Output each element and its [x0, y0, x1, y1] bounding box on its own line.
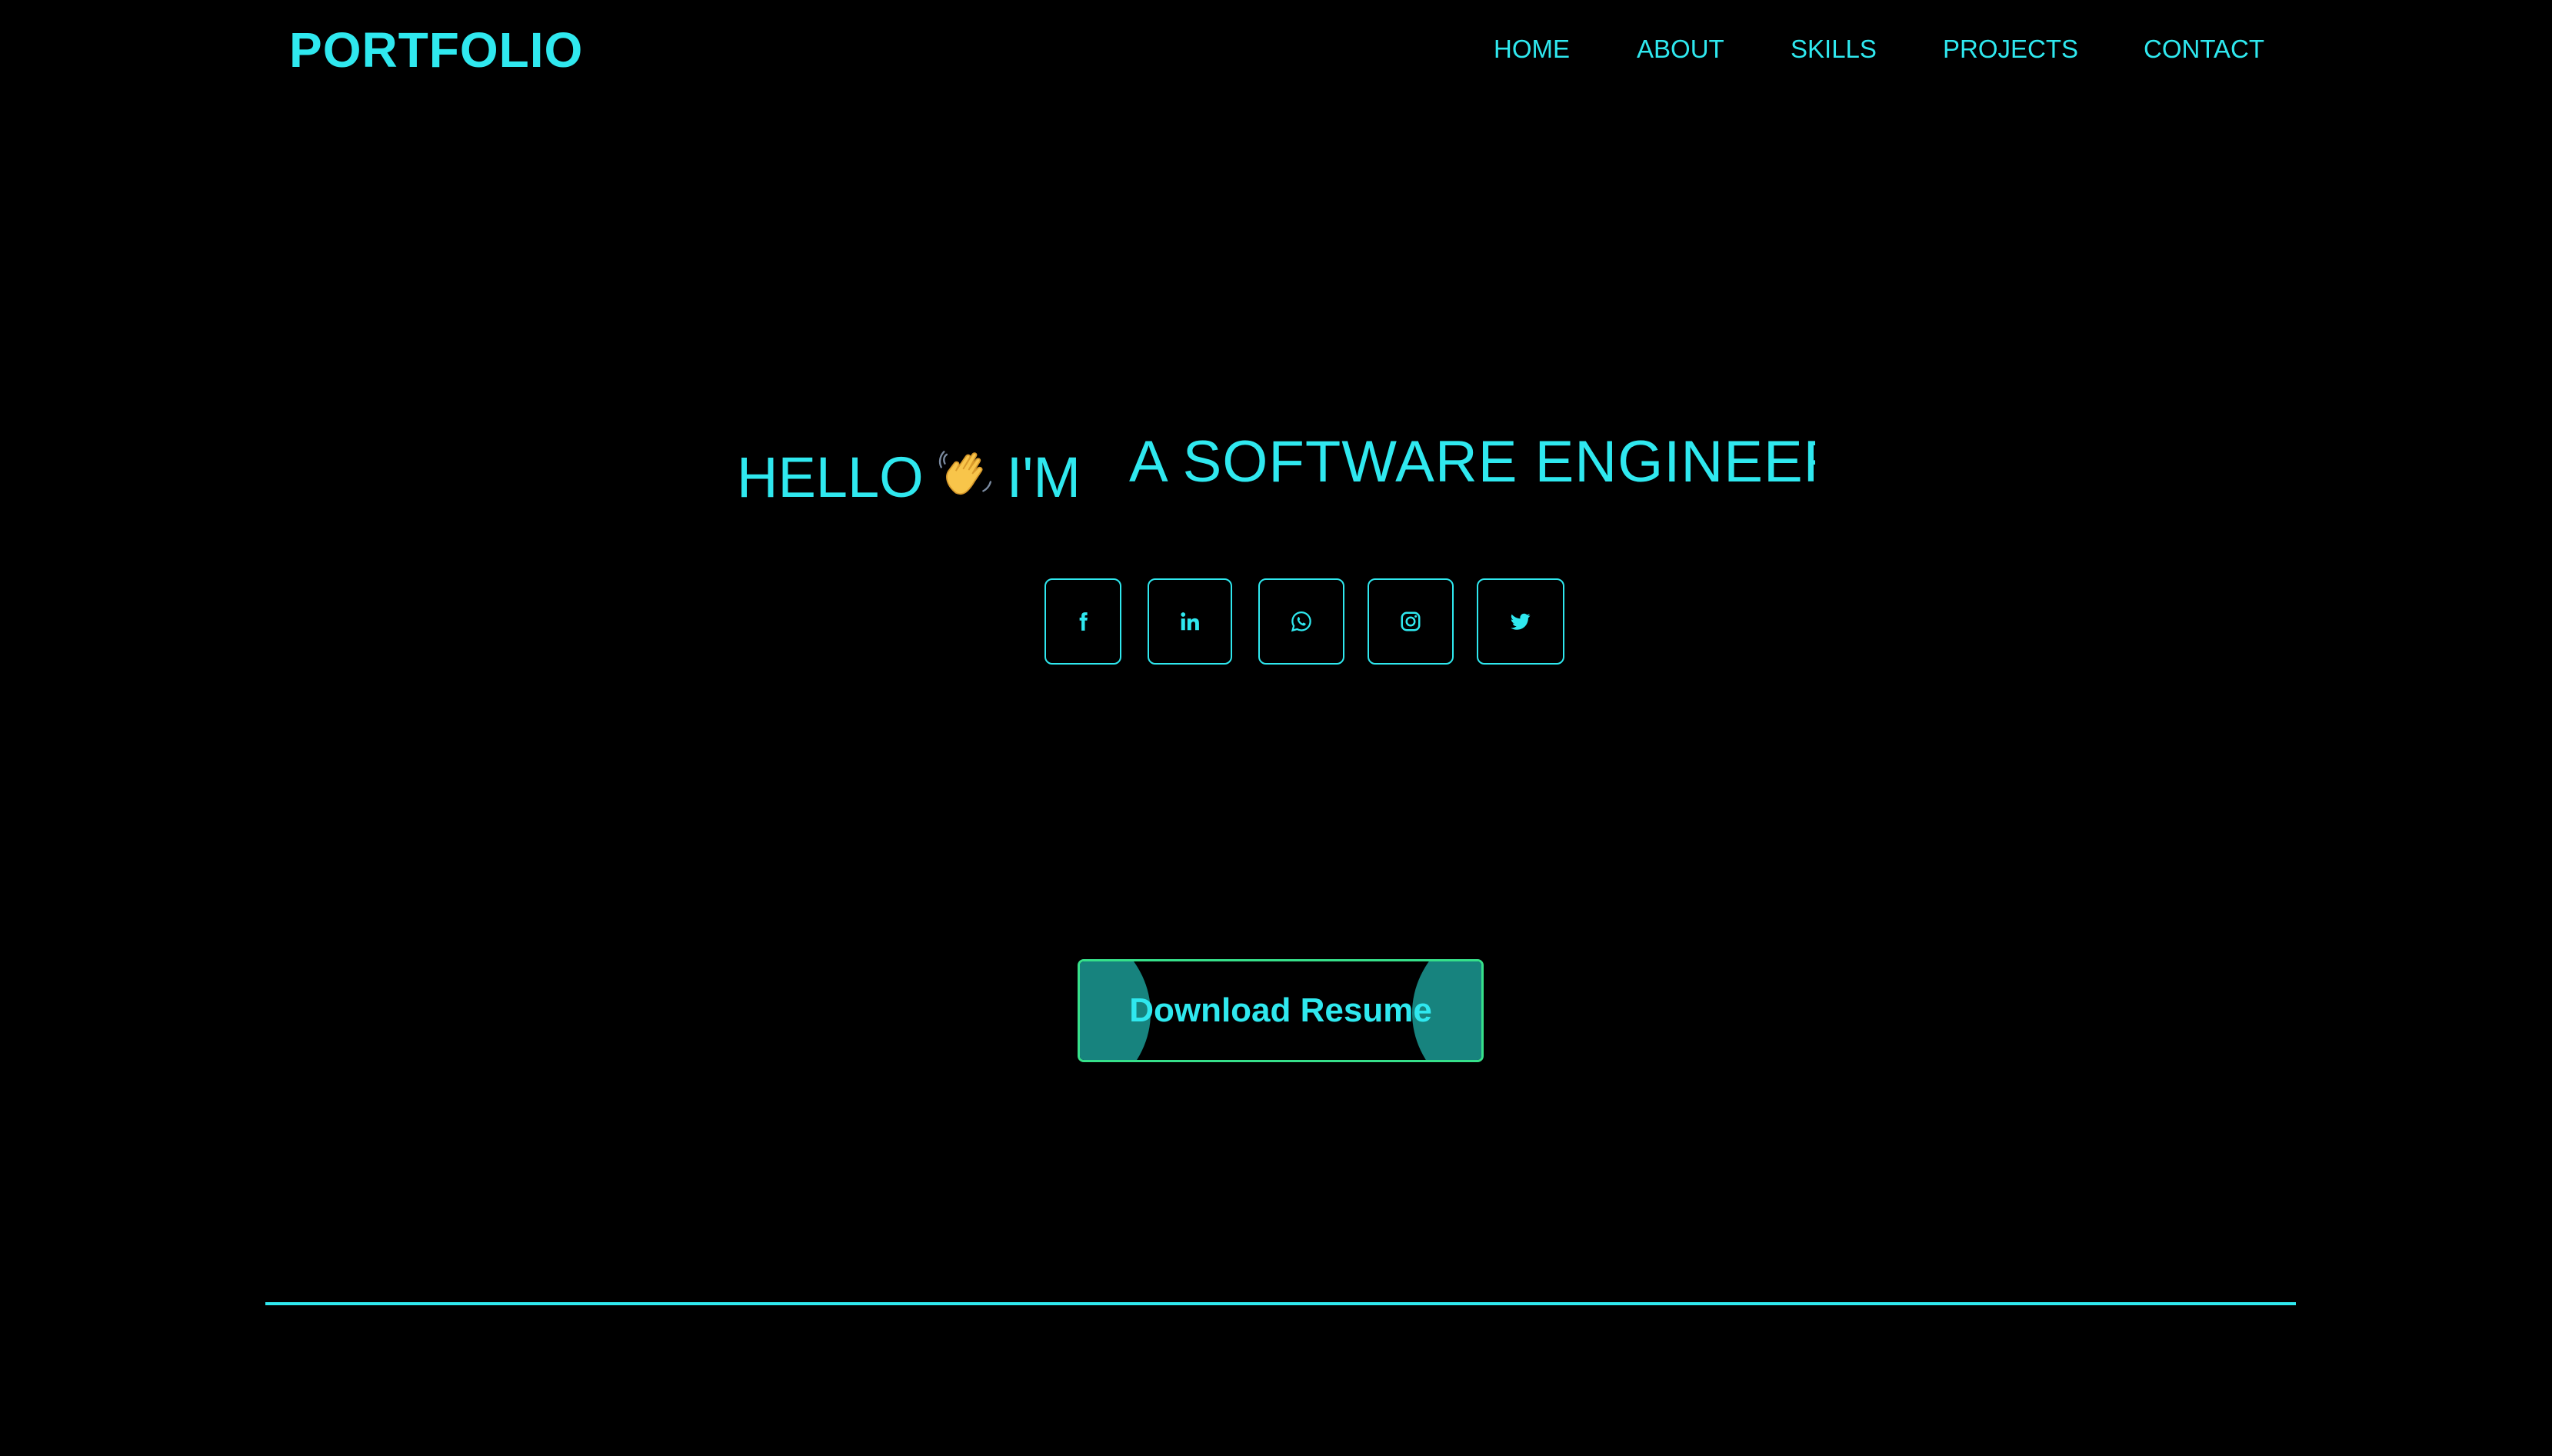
linkedin-link[interactable]: [1148, 578, 1232, 665]
nav-item-skills[interactable]: SKILLS: [1791, 31, 1877, 68]
facebook-link[interactable]: [1044, 578, 1121, 665]
facebook-icon: [1079, 612, 1088, 631]
typed-role-container: A SOFTWARE ENGINEER: [1123, 421, 1815, 483]
download-resume-button[interactable]: Download Resume: [1078, 959, 1484, 1062]
hero-hello-text: HELLO: [737, 445, 924, 509]
nav-item-contact[interactable]: CONTACT: [2144, 31, 2264, 68]
waving-hand-icon: [938, 445, 996, 504]
download-resume-label: Download Resume: [1129, 991, 1432, 1029]
twitter-icon: [1511, 613, 1531, 630]
typed-role-text: A SOFTWARE ENGINEER: [1129, 429, 1815, 483]
nav-item-projects[interactable]: PROJECTS: [1943, 31, 2078, 68]
hero-greeting: HELLO I'M: [737, 445, 1081, 511]
top-navbar: PORTFOLIO HOME ABOUT SKILLS PROJECTS CON…: [0, 0, 2552, 100]
site-logo[interactable]: PORTFOLIO: [289, 22, 583, 78]
nav-item-about[interactable]: ABOUT: [1637, 31, 1724, 68]
whatsapp-icon: [1291, 611, 1311, 632]
hero-im-text: I'M: [1006, 445, 1081, 509]
instagram-link[interactable]: [1368, 578, 1454, 665]
twitter-link[interactable]: [1477, 578, 1564, 665]
social-links: [1044, 578, 1568, 668]
whatsapp-link[interactable]: [1258, 578, 1344, 665]
linkedin-icon: [1181, 612, 1199, 631]
instagram-icon: [1401, 611, 1421, 631]
nav-item-home[interactable]: HOME: [1494, 31, 1570, 68]
section-divider: [265, 1302, 2296, 1305]
